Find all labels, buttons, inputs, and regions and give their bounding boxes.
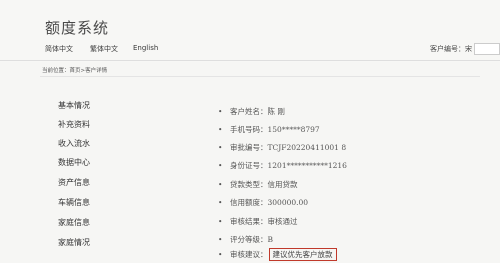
detail-value: 150*****8797 [267,125,320,134]
app-title: 额度系统 [45,19,110,37]
detail-value: 1201***********1216 [267,161,347,170]
bullet-icon: • [218,235,223,244]
detail-value: 300000.00 [267,198,309,207]
detail-value: B [267,235,274,244]
sidebar-item-basic-info[interactable]: 基本情况 [58,100,90,111]
bullet-icon: • [218,250,223,259]
detail-value: 陈 刚 [267,107,285,116]
detail-value: 审核通过 [267,217,298,226]
detail-label: 手机号码： [230,125,268,134]
detail-label: 审批编号： [230,143,268,152]
bullet-icon: • [218,125,223,134]
sidebar-item-assets[interactable]: 资产信息 [58,177,90,188]
detail-label: 贷款类型： [230,180,268,189]
sidebar-item-family-info[interactable]: 家庭信息 [58,217,90,228]
bullet-icon: • [218,107,223,116]
lang-simplified-link[interactable]: 简体中文 [45,44,73,54]
detail-row-id-number: • 身份证号：1201***********1216 [218,160,347,171]
detail-row-score-level: • 评分等级：B [218,234,273,245]
detail-label: 信用额度： [230,198,268,207]
detail-row-loan-type: • 贷款类型：信用贷款 [218,179,298,190]
lang-english-link[interactable]: English [133,44,158,52]
breadcrumb-divider [40,76,480,77]
detail-label: 审核建议： [230,250,268,259]
user-label: 客户编号：宋 [430,45,472,53]
bullet-icon: • [218,161,223,170]
detail-label: 客户姓名： [230,107,268,116]
bullet-icon: • [218,143,223,152]
sidebar-item-data-center[interactable]: 数据中心 [58,157,90,168]
detail-label: 评分等级： [230,235,268,244]
highlighted-advice: 建议优先客户放款 [268,248,337,261]
detail-value: TCJF20220411001 8 [267,143,347,152]
header-divider [0,60,500,61]
detail-label: 身份证号： [230,161,268,170]
sidebar-item-income-flow[interactable]: 收入流水 [58,138,90,149]
detail-label: 审核结果： [230,217,268,226]
top-header: 额度系统 简体中文 繁体中文 English 客户编号：宋 [0,0,500,62]
detail-row-review-advice: • 审核建议： 建议优先客户放款 [218,248,337,261]
sidebar-item-vehicles[interactable]: 车辆信息 [58,197,90,208]
sidebar-item-supplementary[interactable]: 补充资料 [58,119,90,130]
breadcrumb: 当前位置：首页>客户详情 [42,68,108,74]
bullet-icon: • [218,198,223,207]
bullet-icon: • [218,180,223,189]
detail-row-name: • 客户姓名：陈 刚 [218,106,285,117]
sidebar-item-family-status[interactable]: 家庭情况 [58,237,90,248]
detail-row-review-result: • 审核结果：审核通过 [218,216,298,227]
detail-row-phone: • 手机号码：150*****8797 [218,124,320,135]
detail-row-credit-limit: • 信用额度：300000.00 [218,197,308,208]
bullet-icon: • [218,217,223,226]
lang-traditional-link[interactable]: 繁体中文 [90,44,118,54]
user-name-box [474,43,500,55]
detail-value: 信用贷款 [267,180,298,189]
detail-row-approval-id: • 审批编号：TCJF20220411001 8 [218,142,346,153]
user-info: 客户编号：宋 [430,43,500,55]
